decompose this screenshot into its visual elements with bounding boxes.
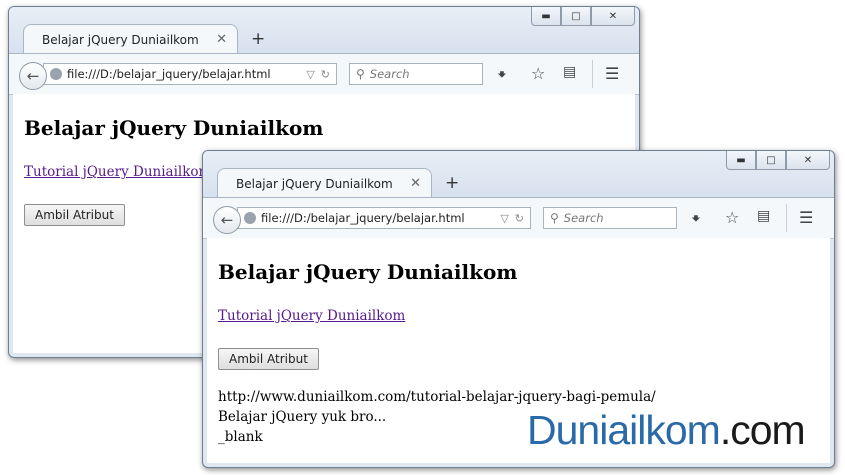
search-input[interactable]: ⚲ Search bbox=[349, 63, 483, 85]
maximize-icon[interactable]: □ bbox=[561, 7, 591, 26]
minimize-icon[interactable]: ▬ bbox=[531, 7, 561, 26]
tab-title: Belajar jQuery Duniailkom bbox=[236, 176, 393, 191]
toolbar-separator bbox=[786, 204, 787, 232]
download-icon[interactable]: 🠻 bbox=[497, 64, 507, 91]
tab-active[interactable]: Belajar jQuery Duniailkom ✕ bbox=[23, 24, 238, 54]
back-arrow-icon[interactable]: ← bbox=[19, 62, 47, 90]
page-heading: Belajar jQuery Duniailkom bbox=[218, 260, 518, 284]
maximize-icon[interactable]: □ bbox=[756, 151, 786, 170]
output-target: _blank bbox=[218, 429, 263, 445]
minimize-icon[interactable]: ▬ bbox=[726, 151, 756, 170]
close-tab-icon[interactable]: ✕ bbox=[216, 32, 227, 47]
globe-icon bbox=[50, 68, 62, 80]
toolbar-separator bbox=[592, 60, 593, 88]
reload-icon[interactable]: ↻ bbox=[321, 68, 330, 81]
navigation-toolbar: file:///D:/belajar_jquery/belajar.html ▽… bbox=[203, 197, 834, 239]
url-bar[interactable]: file:///D:/belajar_jquery/belajar.html ▽… bbox=[237, 207, 531, 229]
dropdown-icon[interactable]: ▽ bbox=[306, 68, 314, 81]
close-window-icon[interactable]: ✕ bbox=[786, 151, 830, 170]
url-text: file:///D:/belajar_jquery/belajar.html bbox=[261, 211, 465, 225]
window-controls: ▬ □ ✕ bbox=[726, 151, 830, 170]
ambil-atribut-button[interactable]: Ambil Atribut bbox=[24, 204, 125, 226]
reading-list-icon[interactable]: ▤ bbox=[563, 64, 576, 80]
reload-icon[interactable]: ↻ bbox=[515, 212, 524, 225]
ambil-atribut-button[interactable]: Ambil Atribut bbox=[218, 348, 319, 370]
new-tab-icon[interactable]: + bbox=[251, 29, 265, 49]
back-arrow-icon[interactable]: ← bbox=[213, 206, 241, 234]
star-icon[interactable]: ☆ bbox=[531, 64, 545, 83]
search-placeholder: Search bbox=[563, 211, 604, 225]
logo-part-2: .com bbox=[719, 407, 806, 453]
search-input[interactable]: ⚲ Search bbox=[543, 207, 677, 229]
menu-icon[interactable]: ☰ bbox=[605, 64, 619, 83]
title-bar: ▬ □ ✕ Belajar jQuery Duniailkom ✕ + bbox=[9, 7, 639, 54]
output-title: Belajar jQuery yuk bro... bbox=[218, 409, 387, 425]
page-heading: Belajar jQuery Duniailkom bbox=[24, 116, 324, 140]
tutorial-link[interactable]: Tutorial jQuery Duniailkom bbox=[218, 308, 405, 324]
search-icon: ⚲ bbox=[550, 211, 559, 225]
output-href: http://www.duniailkom.com/tutorial-belaj… bbox=[218, 389, 656, 405]
close-tab-icon[interactable]: ✕ bbox=[410, 176, 421, 191]
navigation-toolbar: file:///D:/belajar_jquery/belajar.html ▽… bbox=[9, 53, 639, 95]
reading-list-icon[interactable]: ▤ bbox=[757, 208, 770, 224]
title-bar: ▬ □ ✕ Belajar jQuery Duniailkom ✕ + bbox=[203, 151, 834, 198]
logo-part-1: Duniailkom bbox=[527, 407, 721, 453]
url-bar[interactable]: file:///D:/belajar_jquery/belajar.html ▽… bbox=[43, 63, 337, 85]
new-tab-icon[interactable]: + bbox=[445, 173, 459, 193]
download-icon[interactable]: 🠻 bbox=[691, 208, 701, 235]
window-controls: ▬ □ ✕ bbox=[531, 7, 635, 26]
dropdown-icon[interactable]: ▽ bbox=[500, 212, 508, 225]
url-text: file:///D:/belajar_jquery/belajar.html bbox=[67, 67, 271, 81]
menu-icon[interactable]: ☰ bbox=[799, 208, 813, 227]
star-icon[interactable]: ☆ bbox=[725, 208, 739, 227]
tutorial-link[interactable]: Tutorial jQuery Duniailkom bbox=[24, 164, 211, 180]
tab-title: Belajar jQuery Duniailkom bbox=[42, 32, 199, 47]
globe-icon bbox=[244, 212, 256, 224]
tab-active[interactable]: Belajar jQuery Duniailkom ✕ bbox=[217, 168, 432, 198]
search-placeholder: Search bbox=[369, 67, 410, 81]
duniailkom-logo: Duniailkom.com bbox=[527, 407, 806, 453]
close-window-icon[interactable]: ✕ bbox=[591, 7, 635, 26]
search-icon: ⚲ bbox=[356, 67, 365, 81]
